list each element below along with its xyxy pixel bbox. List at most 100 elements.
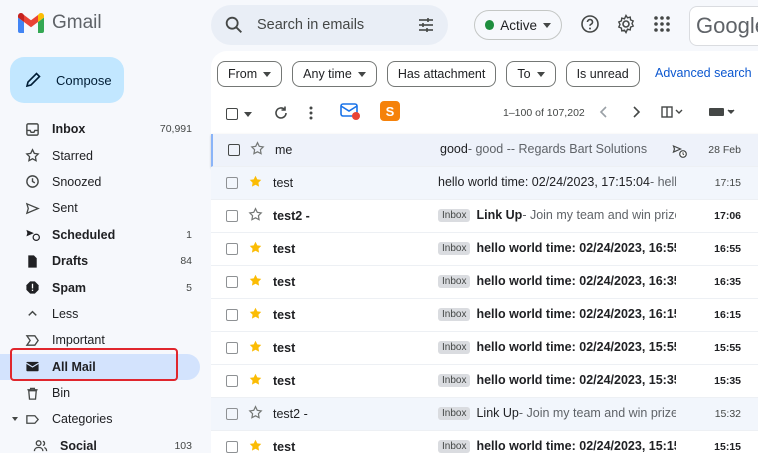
sidebar-item-inbox[interactable]: Inbox 70,991 (0, 116, 200, 142)
extension-s-icon[interactable]: S (380, 101, 400, 121)
star-outline-icon[interactable] (248, 405, 264, 421)
sidebar-item-spam[interactable]: Spam 5 (0, 274, 200, 300)
chevron-up-icon (24, 306, 40, 322)
help-icon[interactable] (578, 12, 602, 36)
row-checkbox[interactable] (226, 276, 238, 288)
filter-has-attachment-label: Has attachment (397, 67, 486, 81)
scheduled-send-icon[interactable] (672, 143, 688, 159)
sidebar-item-label: Less (52, 306, 79, 321)
filter-from-chip[interactable]: From (217, 61, 283, 87)
sidebar-item-drafts[interactable]: Drafts 84 (0, 248, 200, 274)
email-row[interactable]: test Inbox hello world time: 02/24/2023, 1… (211, 266, 758, 299)
sidebar-item-starred[interactable]: Starred (0, 142, 200, 168)
search-options-icon[interactable] (416, 15, 436, 35)
star-filled-icon[interactable] (248, 174, 264, 190)
sidebar-item-important[interactable]: Important (0, 327, 200, 353)
inbox-label-badge[interactable]: Inbox (438, 439, 471, 453)
filter-has-attachment-chip[interactable]: Has attachment (386, 61, 497, 87)
email-sender: me (275, 143, 293, 157)
sidebar-item-scheduled[interactable]: Scheduled 1 (0, 222, 200, 248)
chevron-down-icon (357, 71, 366, 77)
star-filled-icon[interactable] (248, 240, 264, 256)
filter-is-unread-chip[interactable]: Is unread (565, 61, 640, 87)
sidebar-item-bin[interactable]: Bin (0, 380, 200, 406)
gmail-logo[interactable]: Gmail (18, 12, 102, 34)
email-row[interactable]: test Inbox hello world time: 02/24/2023, 1… (211, 332, 758, 365)
email-sender: test (273, 374, 296, 388)
settings-gear-icon[interactable] (614, 12, 638, 36)
email-row[interactable]: me good - good -- Regards Bart Solutions 2… (211, 134, 758, 167)
row-checkbox[interactable] (226, 243, 238, 255)
status-selector[interactable]: Active (474, 10, 562, 40)
inbox-label-badge[interactable]: Inbox (438, 307, 471, 321)
search-bar[interactable]: Search in emails (211, 5, 448, 45)
email-sender: test (273, 440, 296, 453)
sidebar-item-count: 103 (174, 439, 192, 452)
more-options-icon[interactable] (308, 105, 314, 121)
prev-page-icon[interactable] (599, 105, 609, 119)
star-filled-icon[interactable] (248, 372, 264, 388)
row-checkbox[interactable] (226, 375, 238, 387)
inbox-label-badge[interactable]: Inbox (438, 241, 471, 255)
row-checkbox[interactable] (226, 342, 238, 354)
email-sender: test (273, 308, 296, 322)
email-row[interactable]: test Inbox hello world time: 02/24/2023, 1… (211, 299, 758, 332)
email-subject: hello world time: 02/24/2023, 16:55:04 (476, 241, 676, 255)
email-row[interactable]: test2 - Inbox Link Up - Join my team and w… (211, 398, 758, 431)
split-pane-icon[interactable] (661, 105, 683, 119)
email-subject-snippet: Inbox hello world time: 02/24/2023, 15:55… (438, 340, 676, 354)
apps-grid-icon[interactable] (650, 12, 674, 36)
refresh-icon[interactable] (273, 105, 289, 121)
next-page-icon[interactable] (631, 105, 641, 119)
sidebar-item-less[interactable]: Less (0, 301, 200, 327)
expand-caret-icon[interactable] (12, 417, 18, 422)
email-subject: hello world time: 02/24/2023, 17:15:04 (438, 175, 650, 189)
extension-mail-icon[interactable] (339, 101, 361, 121)
sidebar-item-sent[interactable]: Sent (0, 195, 200, 221)
search-icon[interactable] (223, 14, 245, 36)
sidebar-item-all-mail[interactable]: All Mail (0, 353, 200, 380)
email-row[interactable]: test2 - Inbox Link Up - Join my team and w… (211, 200, 758, 233)
filter-to-chip[interactable]: To (506, 61, 556, 87)
sidebar-item-snoozed[interactable]: Snoozed (0, 169, 200, 195)
star-filled-icon[interactable] (248, 438, 264, 453)
row-checkbox[interactable] (226, 408, 238, 420)
sidebar-item-count: 84 (180, 255, 192, 268)
star-filled-icon[interactable] (248, 306, 264, 322)
email-row[interactable]: test hello world time: 02/24/2023, 17:15:… (211, 167, 758, 200)
search-input[interactable]: Search in emails (257, 17, 416, 33)
inbox-label-badge[interactable]: Inbox (438, 406, 471, 420)
inbox-label-badge[interactable]: Inbox (438, 373, 471, 387)
inbox-label-badge[interactable]: Inbox (438, 208, 471, 222)
star-outline-icon[interactable] (248, 207, 264, 223)
filter-any-time-chip[interactable]: Any time (292, 61, 377, 87)
row-checkbox[interactable] (228, 144, 240, 156)
advanced-search-link[interactable]: Advanced search (655, 66, 752, 80)
sidebar-item-label: Drafts (52, 254, 89, 269)
star-outline-icon[interactable] (250, 141, 266, 157)
star-filled-icon[interactable] (248, 339, 264, 355)
email-row[interactable]: test Inbox hello world time: 02/24/2023, 1… (211, 431, 758, 453)
email-subject: hello world time: 02/24/2023, 15:15:04 (476, 439, 676, 453)
input-tools-keyboard-icon[interactable] (708, 105, 736, 119)
row-checkbox[interactable] (226, 441, 238, 453)
sidebar-item-social[interactable]: Social 103 (0, 433, 200, 453)
row-checkbox[interactable] (226, 309, 238, 321)
select-all-checkbox[interactable] (226, 108, 252, 120)
google-account-button[interactable]: Google (689, 6, 758, 46)
email-snippet: - Join my team and win prizes (518, 406, 676, 420)
compose-button[interactable]: Compose (10, 57, 124, 103)
email-date: 15:55 (714, 342, 741, 354)
email-row[interactable]: test Inbox hello world time: 02/24/2023, 1… (211, 233, 758, 266)
inbox-label-badge[interactable]: Inbox (438, 340, 471, 354)
sidebar-item-categories[interactable]: Categories (0, 406, 200, 432)
pencil-icon (25, 72, 41, 88)
star-filled-icon[interactable] (248, 273, 264, 289)
row-checkbox[interactable] (226, 210, 238, 222)
inbox-label-badge[interactable]: Inbox (438, 274, 471, 288)
row-checkbox[interactable] (226, 177, 238, 189)
email-subject-snippet: hello world time: 02/24/2023, 17:15:04 -… (438, 175, 676, 189)
chevron-down-icon (536, 71, 545, 77)
chevron-down-icon (543, 22, 551, 28)
email-row[interactable]: test Inbox hello world time: 02/24/2023, 1… (211, 365, 758, 398)
